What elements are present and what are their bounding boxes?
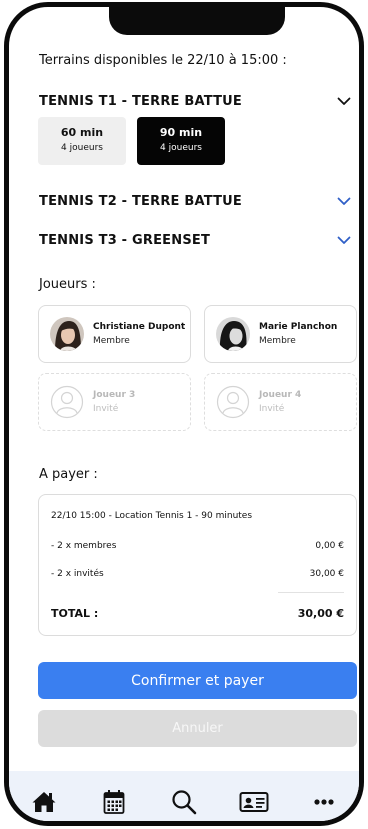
players-label: Joueurs : [39,277,96,292]
duration-90-option[interactable]: 90 min 4 joueurs [137,117,225,165]
total-label: TOTAL : [51,607,99,620]
user-placeholder-icon [50,385,84,419]
duration-players: 4 joueurs [61,143,103,153]
player-role: Invité [93,404,119,414]
page-title: Terrains disponibles le 22/10 à 15:00 : [39,53,287,68]
line-label: - 2 x invités [51,569,104,579]
cancel-button[interactable]: Annuler [38,710,357,747]
court-t3-header[interactable]: TENNIS T3 - GREENSET [39,229,355,251]
search-icon[interactable] [164,785,204,819]
court-t2-header[interactable]: TENNIS T2 - TERRE BATTUE [39,190,355,212]
player-role: Membre [93,336,130,346]
player-info: Joueur 3 Invité [93,390,135,414]
player-name: Marie Planchon [259,322,338,332]
player-role: Invité [259,404,285,414]
duration-label: 60 min [60,126,104,139]
payment-description: 22/10 15:00 - Location Tennis 1 - 90 min… [51,511,253,521]
player-name: Joueur 3 [93,390,136,400]
home-icon[interactable] [24,785,64,819]
player-name: Christiane Dupont [93,322,186,332]
confirm-pay-button[interactable]: Confirmer et payer [38,662,357,699]
avatar [50,317,84,351]
payment-line-guests: - 2 x invités 30,00 € [51,569,344,579]
avatar [216,317,250,351]
phone-notch [109,7,285,35]
more-icon[interactable] [304,785,344,819]
id-card-icon[interactable] [234,785,274,819]
phone-frame: Terrains disponibles le 22/10 à 15:00 : … [4,2,364,826]
total-amount: 30,00 € [297,607,344,620]
line-label: - 2 x membres [51,541,117,551]
player-card-joueur-3[interactable]: Joueur 3 Invité [38,373,191,431]
player-info: Joueur 4 Invité [259,390,301,414]
line-amount: 30,00 € [309,569,344,579]
player-info: Marie Planchon Membre [259,322,337,346]
player-card-christiane-dupont[interactable]: Christiane Dupont Membre [38,305,191,363]
duration-label: 90 min [159,126,203,139]
chevron-down-icon[interactable] [333,90,355,112]
payment-line-members: - 2 x membres 0,00 € [51,541,344,551]
reservation-screen: Terrains disponibles le 22/10 à 15:00 : … [9,7,359,821]
payment-label: A payer : [39,467,98,482]
player-card-joueur-4[interactable]: Joueur 4 Invité [204,373,357,431]
player-name: Joueur 4 [259,390,302,400]
player-card-marie-planchon[interactable]: Marie Planchon Membre [204,305,357,363]
divider [278,592,344,593]
chevron-down-icon[interactable] [333,190,355,212]
court-name: TENNIS T3 - GREENSET [39,232,211,248]
user-placeholder-icon [216,385,250,419]
court-name: TENNIS T1 - TERRE BATTUE [39,93,242,109]
player-role: Membre [259,336,296,346]
duration-players: 4 joueurs [160,143,202,153]
payment-total-row: TOTAL : 30,00 € [51,607,344,620]
court-name: TENNIS T2 - TERRE BATTUE [39,193,242,209]
calendar-icon[interactable] [94,785,134,819]
line-amount: 0,00 € [315,541,344,551]
duration-60-option[interactable]: 60 min 4 joueurs [38,117,126,165]
chevron-down-icon[interactable] [333,229,355,251]
court-t1-header[interactable]: TENNIS T1 - TERRE BATTUE [39,90,355,112]
payment-summary: 22/10 15:00 - Location Tennis 1 - 90 min… [38,494,357,636]
payment-description-row: 22/10 15:00 - Location Tennis 1 - 90 min… [51,511,344,521]
player-info: Christiane Dupont Membre [93,322,185,346]
bottom-tab-bar [9,771,359,821]
